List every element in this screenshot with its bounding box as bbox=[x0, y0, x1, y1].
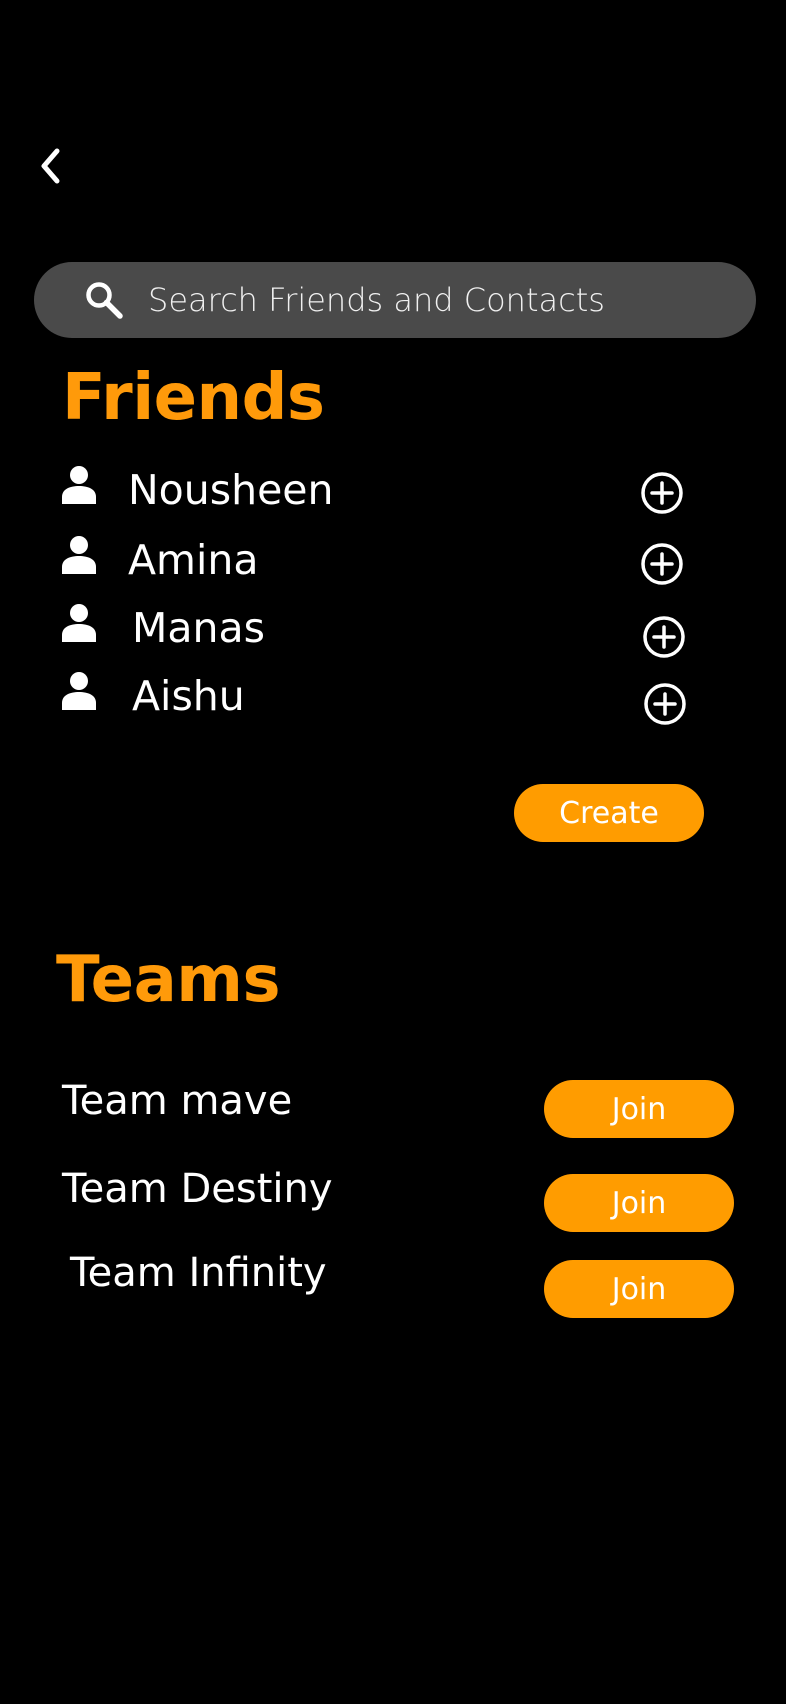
person-icon bbox=[62, 536, 96, 574]
friend-row: Manas bbox=[60, 598, 700, 658]
friends-title: Friends bbox=[62, 361, 325, 435]
search-input[interactable] bbox=[146, 269, 756, 331]
search-bar[interactable] bbox=[34, 262, 756, 338]
create-button[interactable]: Create bbox=[514, 784, 704, 842]
join-button[interactable]: Join bbox=[544, 1080, 734, 1138]
add-circle-icon[interactable] bbox=[640, 542, 684, 586]
friend-name: Nousheen bbox=[128, 466, 334, 514]
team-name: Team mave bbox=[62, 1078, 293, 1124]
search-icon bbox=[84, 280, 124, 320]
back-button[interactable] bbox=[28, 136, 72, 196]
person-icon bbox=[62, 466, 96, 504]
team-name: Team Destiny bbox=[62, 1166, 333, 1212]
friend-row: Amina bbox=[60, 530, 700, 590]
join-button[interactable]: Join bbox=[544, 1174, 734, 1232]
join-button[interactable]: Join bbox=[544, 1260, 734, 1318]
friend-row: Aishu bbox=[60, 666, 700, 726]
person-icon bbox=[62, 604, 96, 642]
add-circle-icon[interactable] bbox=[640, 471, 684, 515]
friend-name: Amina bbox=[128, 536, 259, 584]
friend-name: Manas bbox=[132, 604, 265, 652]
teams-title: Teams bbox=[56, 943, 281, 1017]
add-circle-icon[interactable] bbox=[642, 615, 686, 659]
chevron-left-icon bbox=[41, 148, 60, 184]
team-name: Team Infinity bbox=[70, 1250, 327, 1296]
friend-name: Aishu bbox=[132, 672, 245, 720]
add-circle-icon[interactable] bbox=[643, 682, 687, 726]
person-icon bbox=[62, 672, 96, 710]
friend-row: Nousheen bbox=[60, 460, 700, 520]
